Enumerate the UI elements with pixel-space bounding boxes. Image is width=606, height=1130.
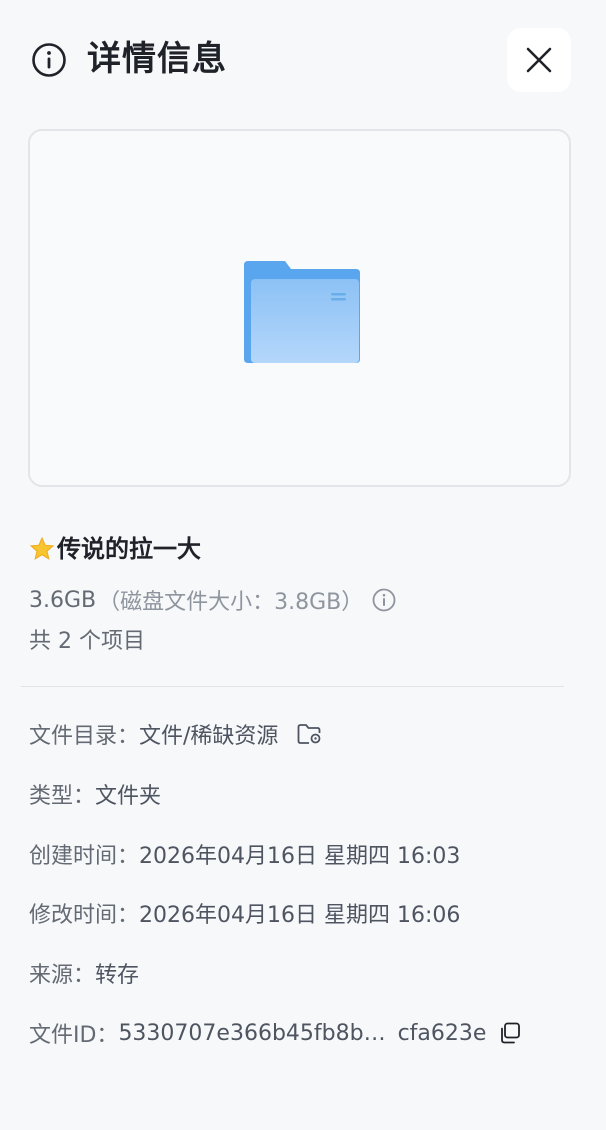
star-icon <box>29 536 55 560</box>
close-icon <box>526 47 552 73</box>
info-icon <box>32 43 66 77</box>
details-panel: 详情信息 传说的拉一大 3.6GB （磁盘文件大小：3.8GB） 共 2 个项目… <box>0 0 606 1130</box>
file-id-value-tail: cfa623e <box>397 1020 487 1046</box>
created-label: 创建时间： <box>29 844 140 869</box>
copy-icon[interactable] <box>498 1021 522 1045</box>
close-button[interactable] <box>507 28 571 92</box>
file-name: 传说的拉一大 <box>57 535 201 563</box>
source-label: 来源： <box>29 963 96 988</box>
file-id-row: 文件ID： 5330707e366b45fb8b… cfa623e <box>29 1014 522 1052</box>
directory-value: 文件/稀缺资源 <box>139 724 279 749</box>
type-row: 类型： 文件夹 <box>29 775 161 813</box>
directory-row: 文件目录： 文件/稀缺资源 <box>29 715 322 753</box>
divider <box>21 686 564 687</box>
file-name-row: 传说的拉一大 <box>29 531 201 567</box>
type-label: 类型： <box>29 784 96 809</box>
file-id-value-head: 5330707e366b45fb8b… <box>118 1020 386 1046</box>
file-id-label: 文件ID： <box>29 1023 119 1048</box>
disk-size: （磁盘文件大小：3.8GB） <box>98 590 364 615</box>
source-row: 来源： 转存 <box>29 954 139 992</box>
folder-location-icon[interactable] <box>296 721 322 747</box>
directory-label: 文件目录： <box>29 724 140 749</box>
folder-icon <box>244 261 360 363</box>
file-size: 3.6GB <box>29 587 97 613</box>
source-value: 转存 <box>95 963 140 988</box>
modified-value: 2026年04月16日 星期四 16:06 <box>139 903 461 928</box>
info-icon[interactable] <box>371 587 397 613</box>
type-value: 文件夹 <box>95 784 162 809</box>
modified-label: 修改时间： <box>29 903 140 928</box>
preview-area <box>28 129 571 487</box>
page-title: 详情信息 <box>87 39 227 79</box>
created-value: 2026年04月16日 星期四 16:03 <box>139 844 461 869</box>
created-row: 创建时间： 2026年04月16日 星期四 16:03 <box>29 835 460 873</box>
item-count: 共 2 个项目 <box>29 629 145 654</box>
modified-row: 修改时间： 2026年04月16日 星期四 16:06 <box>29 894 460 932</box>
size-row: 3.6GB （磁盘文件大小：3.8GB） <box>29 583 397 617</box>
